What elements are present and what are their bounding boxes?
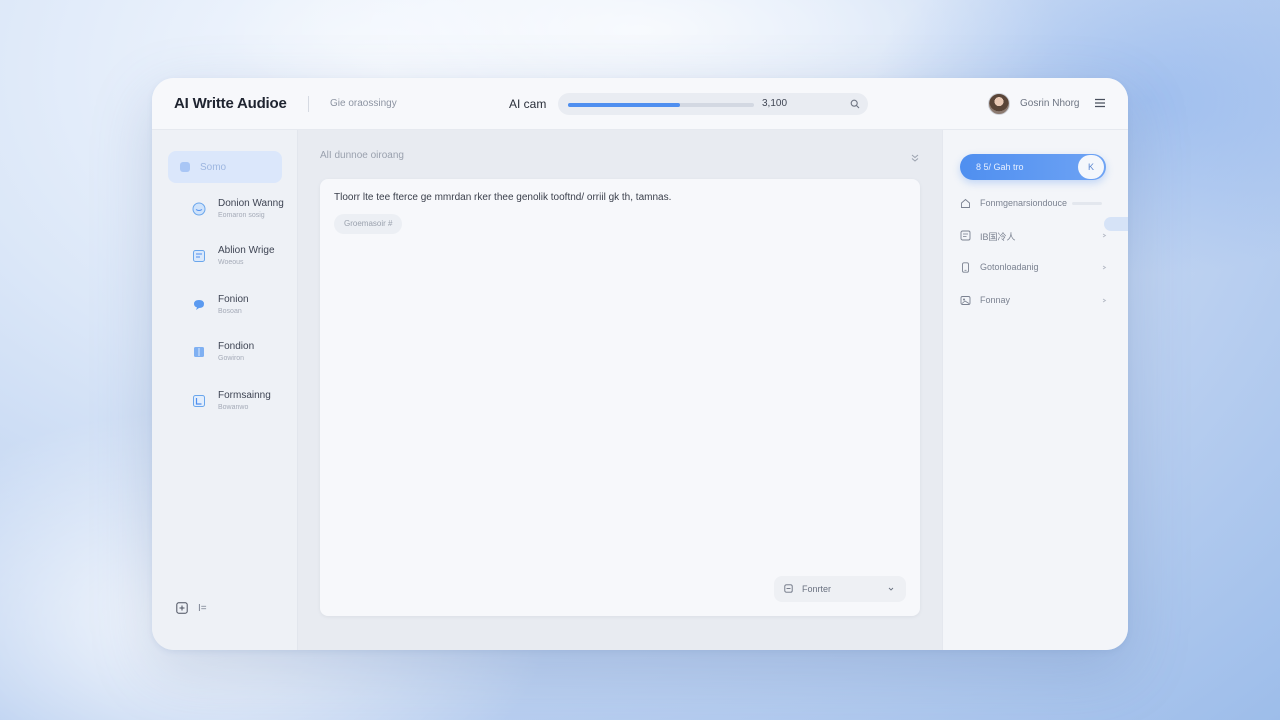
right-panel: 8 5/ Gah tro K Fonmgenarsiondouce IB国冷人: [942, 130, 1128, 650]
sidebar-item-subtitle: Bosoan: [218, 308, 242, 315]
image-icon: [960, 296, 971, 305]
header-subtitle: Gie oraossingy: [330, 98, 397, 109]
sidebar-item-4[interactable]: Fondion Gowiron: [192, 341, 292, 375]
book-icon: [194, 347, 204, 357]
main-content: AlI dunnoe oiroang Tloorr lte tee fterce…: [298, 130, 942, 650]
sidebar-item-title: Donion Wanng: [218, 198, 284, 209]
main-title: AlI dunnoe oiroang: [320, 150, 404, 161]
header-divider: [308, 96, 309, 112]
search-icon[interactable]: [850, 99, 860, 109]
format-dropdown[interactable]: Fonrter: [774, 576, 906, 602]
editor-chip[interactable]: Groemasoir #: [334, 214, 403, 234]
progress-label: AI cam: [509, 97, 547, 111]
home-icon: [961, 198, 970, 208]
sidebar: Somo Donion Wanng Eomaron sosig Ablion W…: [152, 130, 298, 650]
sidebar-item-active[interactable]: Somo: [168, 151, 282, 183]
option-label: IB国冷人: [980, 232, 1016, 242]
sidebar-item-1[interactable]: Donion Wanng Eomaron sosig: [192, 198, 292, 232]
editor-text[interactable]: Tloorr lte tee fterce ge mmrdan rker the…: [334, 192, 671, 203]
sidebar-item-title: Ablion Wrige: [218, 245, 275, 256]
generate-button[interactable]: 8 5/ Gah tro K: [960, 154, 1106, 180]
app-title: AI Writte Audioe: [174, 95, 287, 112]
option-item-1[interactable]: Fonmgenarsiondouce: [960, 196, 1110, 212]
format-icon: [193, 395, 205, 407]
document-icon: [784, 584, 793, 593]
chat-bubble-icon: [192, 202, 206, 216]
sidebar-item-subtitle: Eomaron sosig: [218, 212, 265, 219]
editor-area[interactable]: Tloorr lte tee fterce ge mmrdan rker the…: [320, 179, 920, 616]
sidebar-item-title: Fondion: [218, 341, 255, 352]
chevron-right-icon: [1102, 233, 1107, 238]
sidebar-item-subtitle: Bowanwo: [218, 404, 249, 411]
collapse-icon[interactable]: [910, 152, 920, 162]
text-box-icon: [960, 230, 971, 241]
avatar[interactable]: [988, 93, 1010, 115]
sidebar-item-title: Formsainng: [218, 390, 271, 401]
sidebar-item-2[interactable]: Ablion Wrige Woeous: [192, 245, 292, 279]
progress-search-bar[interactable]: 3,100: [558, 93, 868, 115]
generate-button-label: 8 5/ Gah tro: [976, 162, 1024, 172]
sidebar-item-5[interactable]: Formsainng Bowanwo: [192, 390, 292, 424]
progress-fill: [568, 103, 680, 107]
generate-knob[interactable]: K: [1078, 155, 1104, 179]
option-item-3[interactable]: Gotonloadanig: [960, 260, 1110, 276]
option-item-2[interactable]: IB国冷人: [960, 228, 1110, 244]
sidebar-footer-label[interactable]: I=: [198, 603, 207, 614]
top-bar: AI Writte Audioe Gie oraossingy AI cam 3…: [152, 78, 1128, 130]
user-name[interactable]: Gosrin Nhorg: [1020, 98, 1079, 109]
option-label: Gotonloadanig: [980, 262, 1039, 272]
message-icon: [194, 300, 204, 310]
progress-count: 3,100: [762, 98, 788, 109]
chevron-down-icon: [888, 587, 894, 591]
format-dropdown-label: Fonrter: [802, 584, 832, 594]
sidebar-item-label: Somo: [200, 162, 227, 173]
chevron-right-icon: [1102, 265, 1107, 270]
hamburger-menu-icon[interactable]: [1094, 98, 1106, 108]
progress-track: [568, 103, 754, 107]
home-icon: [180, 162, 190, 172]
sidebar-item-3[interactable]: Fonion Bosoan: [192, 294, 292, 328]
sidebar-item-subtitle: Gowiron: [218, 355, 245, 362]
option-item-4[interactable]: Fonnay: [960, 293, 1110, 309]
sidebar-item-title: Fonion: [218, 294, 249, 305]
option-label: Fonnay: [980, 295, 1011, 305]
scrollbar-handle[interactable]: [1104, 217, 1128, 231]
phone-icon: [962, 262, 969, 273]
sidebar-item-subtitle: Woeous: [218, 259, 244, 266]
option-label: Fonmgenarsiondouce: [980, 198, 1068, 208]
document-icon: [193, 250, 205, 262]
option-slider[interactable]: [1072, 202, 1102, 205]
chevron-right-icon: [1102, 298, 1107, 303]
app-window: AI Writte Audioe Gie oraossingy AI cam 3…: [152, 78, 1128, 650]
add-square-icon[interactable]: [176, 602, 188, 614]
